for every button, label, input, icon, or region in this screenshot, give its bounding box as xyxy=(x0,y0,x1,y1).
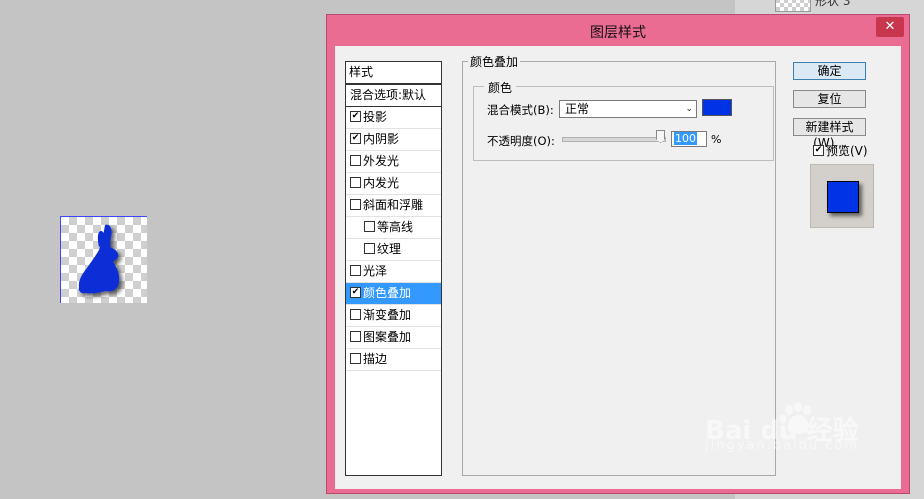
style-item[interactable]: 等高线 xyxy=(346,217,441,239)
percent-unit: % xyxy=(711,133,722,146)
blend-mode-value: 正常 xyxy=(565,102,590,116)
style-item[interactable]: 外发光 xyxy=(346,151,441,173)
close-button[interactable]: ✕ xyxy=(876,17,904,37)
overlay-color-swatch[interactable] xyxy=(702,99,732,116)
style-list-header: 样式 xyxy=(346,62,441,85)
style-checkbox[interactable] xyxy=(364,221,375,232)
style-checkbox[interactable]: ✔ xyxy=(350,287,361,298)
ok-button[interactable]: 确定 xyxy=(793,62,866,80)
reset-button[interactable]: 复位 xyxy=(793,90,866,108)
baidu-watermark: Bai du 经验 jingyan.baidu.com xyxy=(705,398,875,453)
style-item[interactable]: 渐变叠加 xyxy=(346,305,441,327)
style-item[interactable]: 描边 xyxy=(346,349,441,371)
style-item-label: 外发光 xyxy=(363,154,400,168)
style-checkbox[interactable] xyxy=(350,199,361,210)
style-item-label: 投影 xyxy=(363,110,388,124)
style-checkbox[interactable] xyxy=(350,177,361,188)
style-checkbox[interactable] xyxy=(364,243,375,254)
dialog-title: 图层样式 xyxy=(590,25,646,41)
opacity-label: 不透明度(O): xyxy=(487,134,555,148)
canvas-thumbnail[interactable] xyxy=(60,216,147,303)
style-checkbox[interactable] xyxy=(350,353,361,364)
dialog-titlebar[interactable]: 图层样式 ✕ xyxy=(327,15,909,45)
style-item-label: 描边 xyxy=(363,352,388,366)
opacity-input[interactable]: 100 xyxy=(671,131,707,147)
style-item[interactable]: ✔ 投影 xyxy=(346,107,441,129)
style-item-label: 图案叠加 xyxy=(363,330,412,344)
style-checkbox[interactable] xyxy=(350,155,361,166)
style-item[interactable]: ✔ 颜色叠加 xyxy=(346,283,441,305)
opacity-slider-track[interactable] xyxy=(562,137,666,142)
blend-mode-label: 混合模式(B): xyxy=(487,103,554,117)
style-checkbox[interactable] xyxy=(350,331,361,342)
layer-name[interactable]: 形状 3 xyxy=(815,0,850,9)
style-item[interactable]: 纹理 xyxy=(346,239,441,261)
style-checkbox[interactable]: ✔ xyxy=(350,133,361,144)
style-item-label: 内阴影 xyxy=(363,132,400,146)
color-overlay-title: 颜色叠加 xyxy=(468,53,521,70)
style-item-label: 斜面和浮雕 xyxy=(363,198,424,212)
style-item-label: 内发光 xyxy=(363,176,400,190)
blend-options-item[interactable]: 混合选项:默认 xyxy=(346,85,441,107)
style-item-label: 颜色叠加 xyxy=(363,286,412,300)
style-checkbox[interactable] xyxy=(350,265,361,276)
new-style-button[interactable]: 新建样式(W)... xyxy=(793,118,866,150)
style-item-label: 渐变叠加 xyxy=(363,308,412,322)
style-item[interactable]: 光泽 xyxy=(346,261,441,283)
style-item[interactable]: 图案叠加 xyxy=(346,327,441,349)
opacity-value: 100 xyxy=(674,132,697,145)
style-item[interactable]: 斜面和浮雕 xyxy=(346,195,441,217)
preview-thumbnail xyxy=(810,164,874,228)
chevron-down-icon: ⌄ xyxy=(685,104,693,114)
style-item[interactable]: ✔ 内阴影 xyxy=(346,129,441,151)
color-group: 颜色 混合模式(B): 正常 ⌄ 不透明度(O): 100 % xyxy=(473,79,774,161)
style-item-label: 纹理 xyxy=(377,242,402,256)
style-item-label: 等高线 xyxy=(377,220,414,234)
color-group-title: 颜色 xyxy=(484,79,517,96)
rabbit-shape-icon xyxy=(78,224,120,294)
style-checkbox[interactable] xyxy=(350,309,361,320)
style-list: 样式 混合选项:默认 ✔ 投影 ✔ 内阴影 外发光 内发光 斜面和浮雕 等高线 纹理 光泽 ✔ 颜色叠… xyxy=(345,61,442,476)
blend-mode-select[interactable]: 正常 ⌄ xyxy=(559,100,697,118)
preview-swatch xyxy=(827,181,859,213)
style-item[interactable]: 内发光 xyxy=(346,173,441,195)
preview-checkbox[interactable]: ✔ 预览(V) xyxy=(813,142,868,159)
preview-check-box[interactable]: ✔ xyxy=(813,145,824,156)
style-item-label: 光泽 xyxy=(363,264,388,278)
watermark-url: jingyan.baidu.com xyxy=(705,438,859,453)
preview-label: 预览(V) xyxy=(826,144,868,158)
style-checkbox[interactable]: ✔ xyxy=(350,111,361,122)
layer-thumbnail[interactable] xyxy=(775,0,811,12)
